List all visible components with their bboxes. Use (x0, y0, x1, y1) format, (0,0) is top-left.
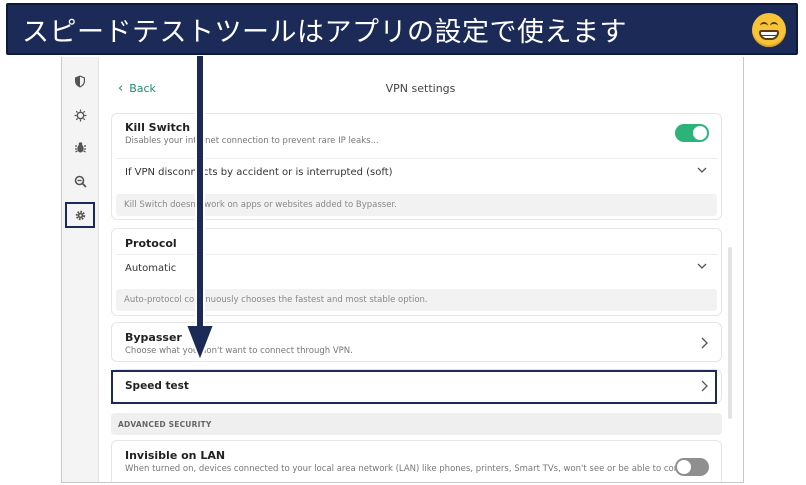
speed-test-title: Speed test (125, 380, 189, 392)
invisible-lan-toggle[interactable] (675, 458, 709, 476)
invisible-lan-title: Invisible on LAN (125, 449, 226, 462)
virus-scan-icon[interactable] (70, 105, 90, 125)
caption-banner: スピードテストツールはアプリの設定で使えます (6, 3, 798, 55)
scrollbar[interactable] (728, 247, 732, 419)
chevron-down-icon (697, 263, 707, 269)
chevron-down-icon (697, 167, 707, 173)
advanced-security-label: ADVANCED SECURITY (118, 420, 212, 429)
invisible-lan-card: Invisible on LAN When turned on, devices… (111, 440, 722, 482)
caption-text: スピードテストツールはアプリの設定で使えます (22, 16, 627, 48)
kill-switch-desc: Disables your internet connection to pre… (125, 136, 379, 146)
grinning-face-icon (752, 13, 786, 47)
app-window: ‹ Back VPN settings Kill Switch Disables … (61, 57, 744, 483)
chevron-right-icon (701, 380, 708, 392)
shield-icon[interactable] (70, 71, 90, 91)
kill-switch-toggle[interactable] (675, 124, 709, 142)
protocol-value: Automatic (125, 263, 177, 274)
gear-icon[interactable] (65, 202, 95, 228)
speed-test-card[interactable]: Speed test (111, 369, 722, 403)
protocol-note-text: Auto-protocol continuously chooses the f… (124, 295, 428, 305)
protocol-title: Protocol (125, 237, 177, 250)
annotation-arrow-icon (184, 55, 216, 364)
sidebar-rail (62, 57, 99, 482)
bug-icon[interactable] (70, 137, 90, 157)
bypasser-title: Bypasser (125, 331, 182, 344)
search-minus-icon[interactable] (70, 171, 90, 191)
kill-switch-mode-value: If VPN disconnects by accident or is int… (125, 167, 393, 178)
bypasser-desc: Choose what you don't want to connect th… (125, 346, 353, 356)
chevron-right-icon (701, 337, 708, 349)
invisible-lan-desc: When turned on, devices connected to you… (125, 464, 709, 474)
kill-switch-note-text: Kill Switch doesn't work on apps or webs… (124, 200, 397, 210)
advanced-security-header: ADVANCED SECURITY (111, 413, 722, 435)
